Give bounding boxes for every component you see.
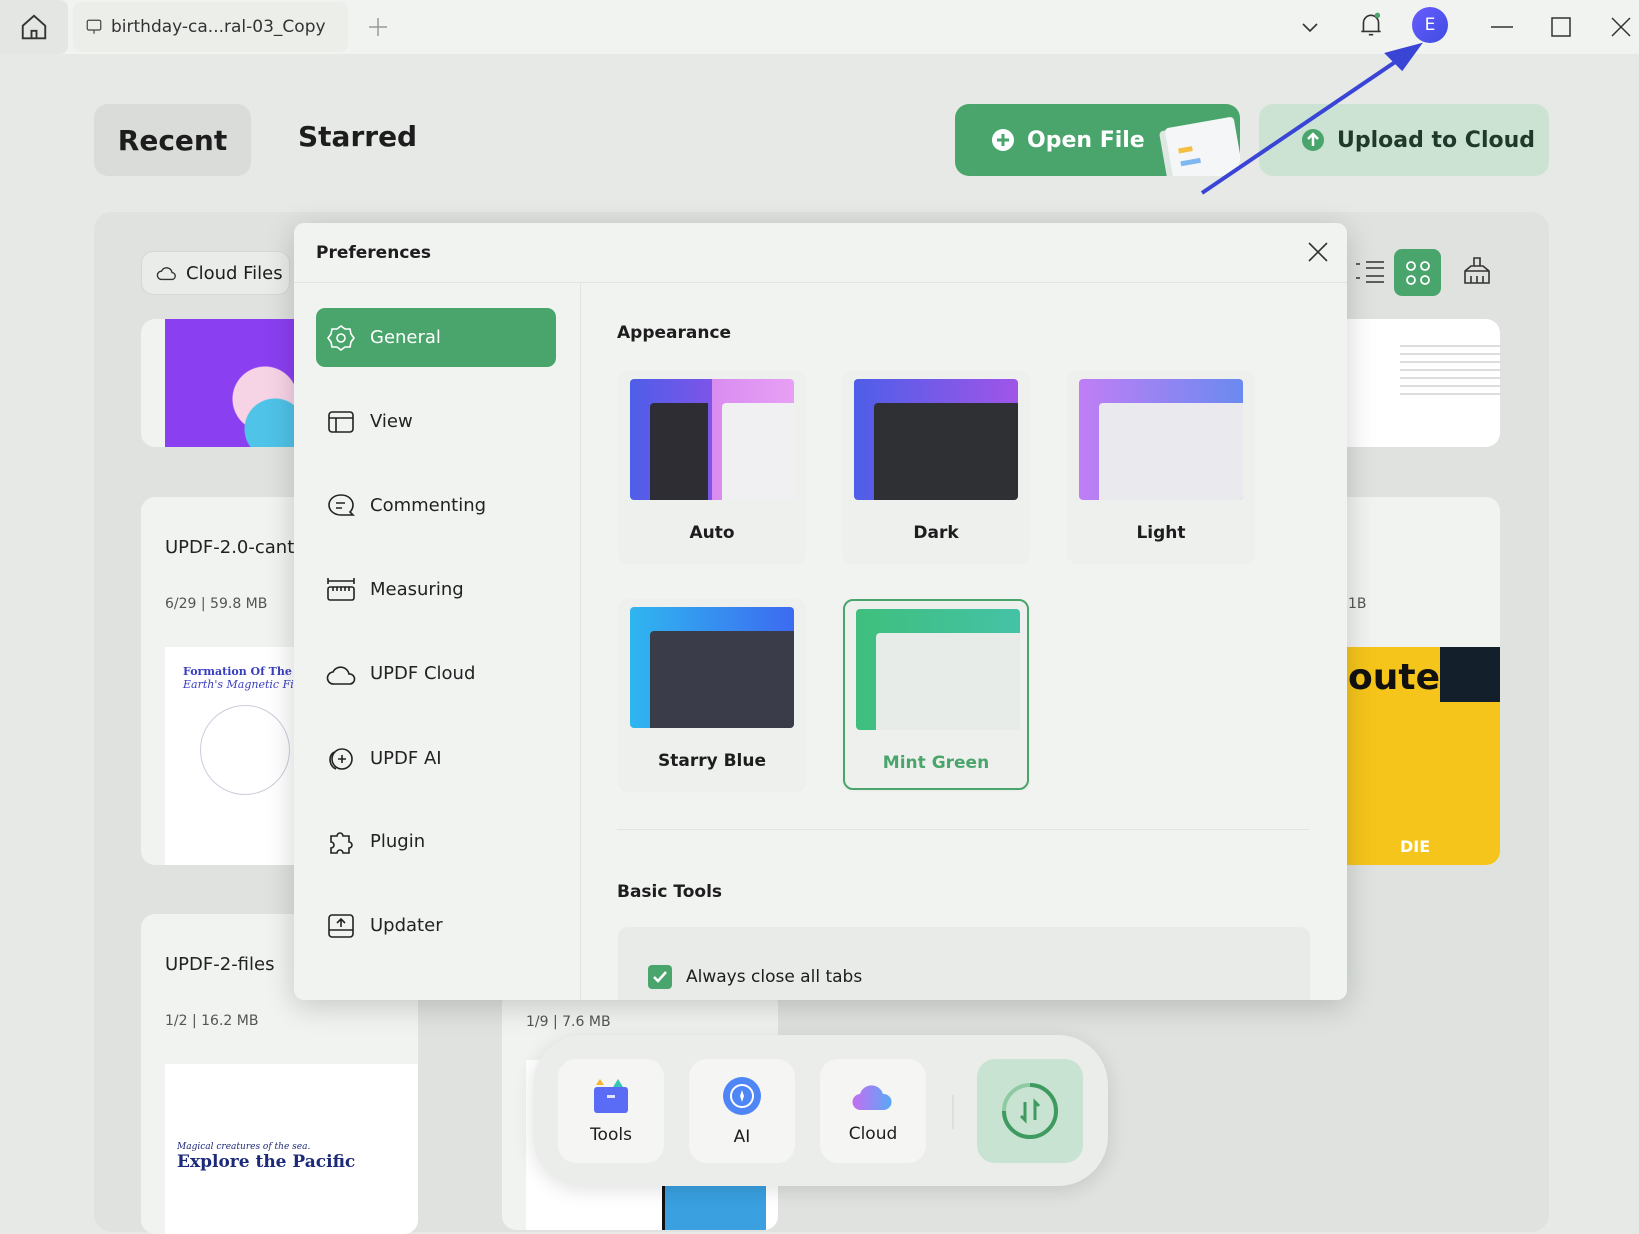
nav-updf-cloud[interactable]: UPDF Cloud	[316, 644, 556, 703]
theme-preview	[856, 609, 1020, 730]
theme-auto[interactable]: Auto	[619, 371, 805, 562]
nav-updater[interactable]: Updater	[316, 896, 556, 955]
file-title: UPDF-2.0-cant-	[165, 537, 301, 558]
nav-label: Updater	[370, 915, 443, 936]
nav-view[interactable]: View	[316, 392, 556, 451]
sync-icon	[1002, 1083, 1058, 1139]
layout-icon	[328, 410, 354, 433]
dock-sync-button[interactable]	[977, 1059, 1083, 1163]
file-card[interactable]: 1B outer DIE	[1330, 497, 1500, 865]
preferences-nav: General View Commenting Measuring UPDF C…	[294, 283, 581, 1000]
nav-label: Measuring	[370, 579, 464, 600]
thumb-subtitle: Magical creatures of the sea.	[177, 1142, 311, 1152]
puzzle-icon	[330, 831, 353, 854]
dock-label: Cloud	[848, 1124, 898, 1144]
gear-icon	[327, 324, 355, 351]
divider	[617, 829, 1309, 830]
basic-tools-heading: Basic Tools	[617, 882, 723, 902]
nav-plugin[interactable]: Plugin	[316, 812, 556, 871]
file-card[interactable]	[1330, 319, 1500, 447]
thumb-title: Formation Of The	[183, 665, 292, 678]
nav-updf-ai[interactable]: UPDF AI	[316, 729, 556, 788]
comment-icon	[328, 493, 355, 516]
theme-dark[interactable]: Dark	[843, 371, 1029, 562]
thumb-subtitle: DIE	[1400, 837, 1431, 856]
checkbox-checked-icon	[648, 965, 672, 989]
ai-icon	[723, 1077, 761, 1115]
file-meta: 1B	[1348, 596, 1367, 612]
theme-label: Light	[1136, 523, 1186, 543]
nav-label: Plugin	[370, 831, 426, 852]
thumb-title: Explore the Pacific	[177, 1152, 356, 1172]
close-icon	[1308, 242, 1328, 262]
nav-label: View	[370, 411, 413, 432]
preferences-dialog: Preferences General View Commenting Meas…	[294, 223, 1347, 1000]
dialog-header	[294, 223, 1347, 283]
dock-tools-button[interactable]: Tools	[558, 1059, 664, 1163]
dock-label: AI	[733, 1127, 751, 1147]
file-thumbnail	[1400, 339, 1500, 399]
file-meta: 1/2 | 16.2 MB	[165, 1013, 259, 1029]
file-thumbnail: outer DIE	[1330, 647, 1500, 865]
update-icon	[328, 913, 354, 938]
file-meta: 6/29 | 59.8 MB	[165, 596, 268, 612]
always-close-tabs-checkbox[interactable]: Always close all tabs	[648, 965, 862, 989]
theme-label: Starry Blue	[657, 751, 767, 771]
dock-ai-button[interactable]: AI	[689, 1059, 795, 1163]
ai-icon	[329, 747, 353, 770]
nav-commenting[interactable]: Commenting	[316, 476, 556, 535]
file-meta: 1/9 | 7.6 MB	[526, 1014, 611, 1030]
bottom-dock: Tools AI Cloud	[533, 1035, 1108, 1186]
cloud-icon	[326, 665, 356, 685]
file-title: UPDF-2-files	[165, 954, 275, 975]
theme-label: Auto	[689, 523, 735, 543]
nav-label: General	[370, 327, 441, 348]
file-thumbnail: Magical creatures of the sea. Explore th…	[165, 1064, 418, 1234]
toolbox-icon	[594, 1079, 628, 1113]
theme-preview	[1079, 379, 1243, 500]
appearance-heading: Appearance	[617, 323, 732, 343]
theme-preview	[630, 607, 794, 728]
theme-label: Mint Green	[882, 753, 990, 773]
nav-label: UPDF Cloud	[370, 663, 476, 684]
close-dialog-button[interactable]	[1307, 241, 1329, 267]
nav-measuring[interactable]: Measuring	[316, 560, 556, 619]
theme-light[interactable]: Light	[1068, 371, 1254, 562]
dialog-title: Preferences	[316, 243, 432, 263]
thumb-subtitle: Earth's Magnetic Field	[183, 678, 311, 691]
theme-label: Dark	[913, 523, 959, 543]
nav-general[interactable]: General	[316, 308, 556, 367]
checkbox-label: Always close all tabs	[686, 967, 863, 987]
ruler-icon	[327, 577, 355, 601]
theme-mint-green[interactable]: Mint Green	[843, 599, 1029, 790]
nav-label: UPDF AI	[370, 748, 442, 769]
dock-cloud-button[interactable]: Cloud	[820, 1059, 926, 1163]
cloud-icon	[852, 1085, 892, 1111]
dock-label: Tools	[590, 1125, 632, 1145]
basic-tools-box: Always close all tabs	[618, 927, 1310, 1000]
nav-label: Commenting	[370, 495, 487, 516]
theme-preview	[630, 379, 794, 500]
dock-divider	[952, 1095, 954, 1129]
theme-starry-blue[interactable]: Starry Blue	[619, 599, 805, 790]
theme-preview	[854, 379, 1018, 500]
